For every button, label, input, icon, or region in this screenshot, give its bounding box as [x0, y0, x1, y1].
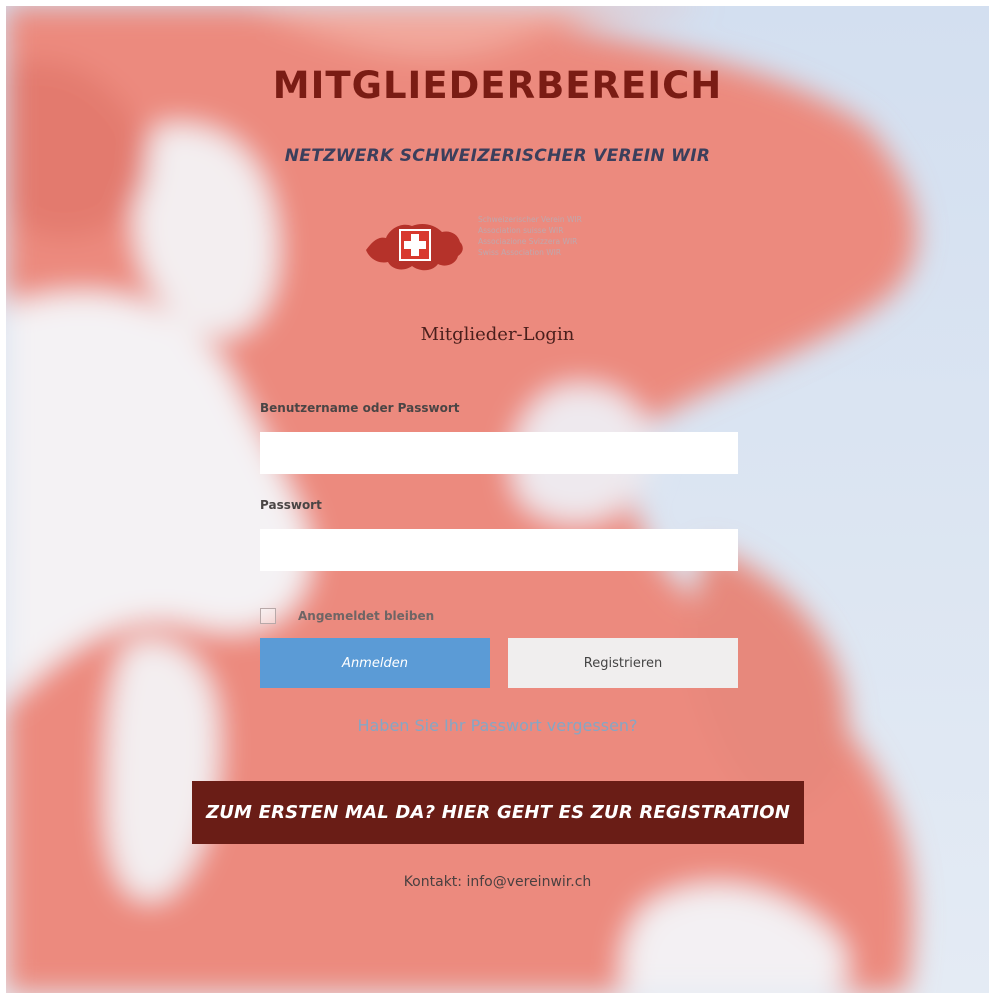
logo-line-fr: Association suisse WIR — [478, 226, 564, 235]
page-frame: MITGLIEDERBEREICH NETZWERK SCHWEIZERISCH… — [6, 6, 989, 993]
contact-email-link[interactable]: info@vereinwir.ch — [466, 874, 591, 890]
logo-line-it: Associazione Svizzera WIR — [478, 237, 578, 246]
password-label: Passwort — [260, 498, 322, 512]
first-time-registration-button[interactable]: ZUM ERSTEN MAL DA? HIER GEHT ES ZUR REGI… — [192, 781, 804, 844]
swiss-map-flag-icon — [366, 224, 463, 271]
login-button[interactable]: Anmelden — [260, 638, 490, 688]
logo-text: Schweizerischer Verein WIR Association s… — [478, 214, 620, 258]
forgot-password-link[interactable]: Haben Sie Ihr Passwort vergessen? — [6, 716, 989, 735]
logo-line-de: Schweizerischer Verein WIR — [478, 215, 582, 224]
password-input[interactable] — [260, 529, 738, 571]
register-button[interactable]: Registrieren — [508, 638, 738, 688]
contact-prefix: Kontakt: — [403, 874, 467, 890]
organization-logo: Schweizerischer Verein WIR Association s… — [360, 214, 620, 284]
username-label: Benutzername oder Passwort — [260, 401, 460, 415]
page-title: MITGLIEDERBEREICH — [272, 64, 723, 107]
logo-line-en: Swiss Association WIR — [478, 248, 562, 257]
username-input[interactable] — [260, 432, 738, 474]
page-subtitle: NETZWERK SCHWEIZERISCHER VEREIN WIR — [284, 146, 711, 166]
checkbox-empty-icon[interactable] — [260, 608, 276, 624]
remember-me-label: Angemeldet bleiben — [298, 609, 435, 623]
contact-line: Kontakt: info@vereinwir.ch — [6, 874, 989, 890]
login-heading: Mitglieder-Login — [420, 324, 575, 345]
